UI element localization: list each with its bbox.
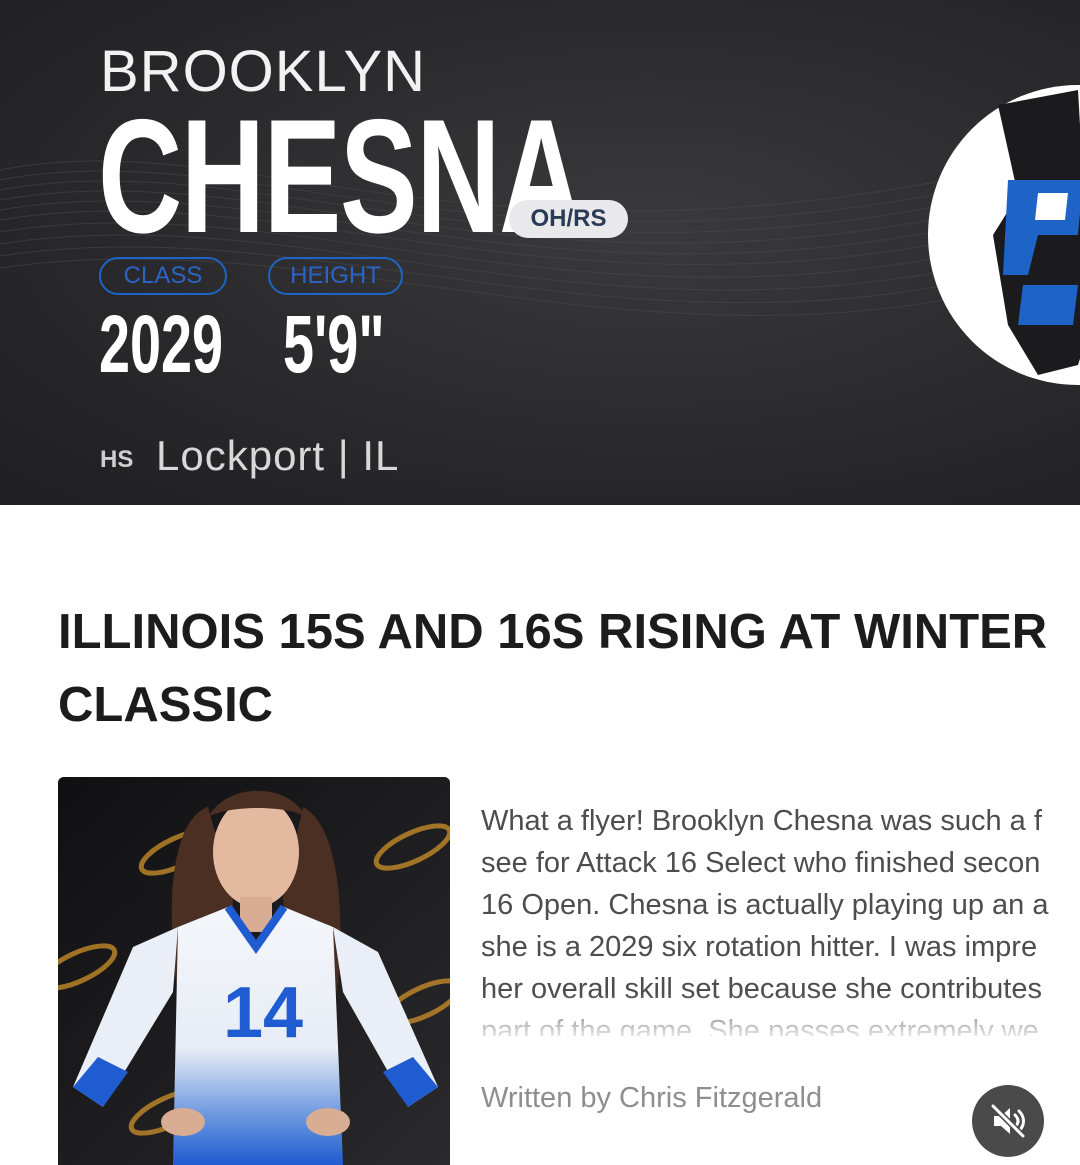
article-excerpt[interactable]: What a flyer! Brooklyn Chesna was such a… [481, 800, 1080, 1036]
profile-header: BROOKLYN CHESNA OH/RS CLASS HEIGHT 2029 … [0, 0, 1080, 505]
player-photo[interactable]: 14 [58, 777, 450, 1165]
team-logo [928, 85, 1080, 385]
illinois-state-logo-icon [993, 90, 1080, 375]
player-photo-illustration: 14 [58, 777, 450, 1165]
hs-label: HS [100, 446, 134, 473]
mute-button[interactable] [972, 1085, 1044, 1157]
class-year-value: 2029 [99, 299, 224, 390]
jersey-number: 14 [223, 973, 303, 1053]
position-badge: OH/RS [509, 200, 628, 238]
article-byline: Written by Chris Fitzgerald [481, 1082, 823, 1114]
school-location: Lockport | IL [156, 432, 400, 479]
article-line: see for Attack 16 Select who finished se… [481, 847, 1041, 879]
article-line: 16 Open. Chesna is actually playing up a… [481, 889, 1049, 921]
height-label-pill: HEIGHT [268, 257, 403, 295]
height-value: 5'9" [283, 299, 385, 390]
player-last-name: CHESNA [98, 86, 583, 267]
article-line: What a flyer! Brooklyn Chesna was such a… [481, 805, 1042, 837]
article-line: she is a 2029 six rotation hitter. I was… [481, 931, 1038, 963]
article-line: her overall skill set because she contri… [481, 973, 1042, 1005]
article-headline[interactable]: ILLINOIS 15S AND 16S RISING AT WINTER CL… [58, 596, 1078, 742]
speaker-muted-icon [990, 1103, 1026, 1139]
article-line: part of the game. She passes extremely w… [481, 1015, 1039, 1036]
class-label-pill: CLASS [99, 257, 227, 295]
